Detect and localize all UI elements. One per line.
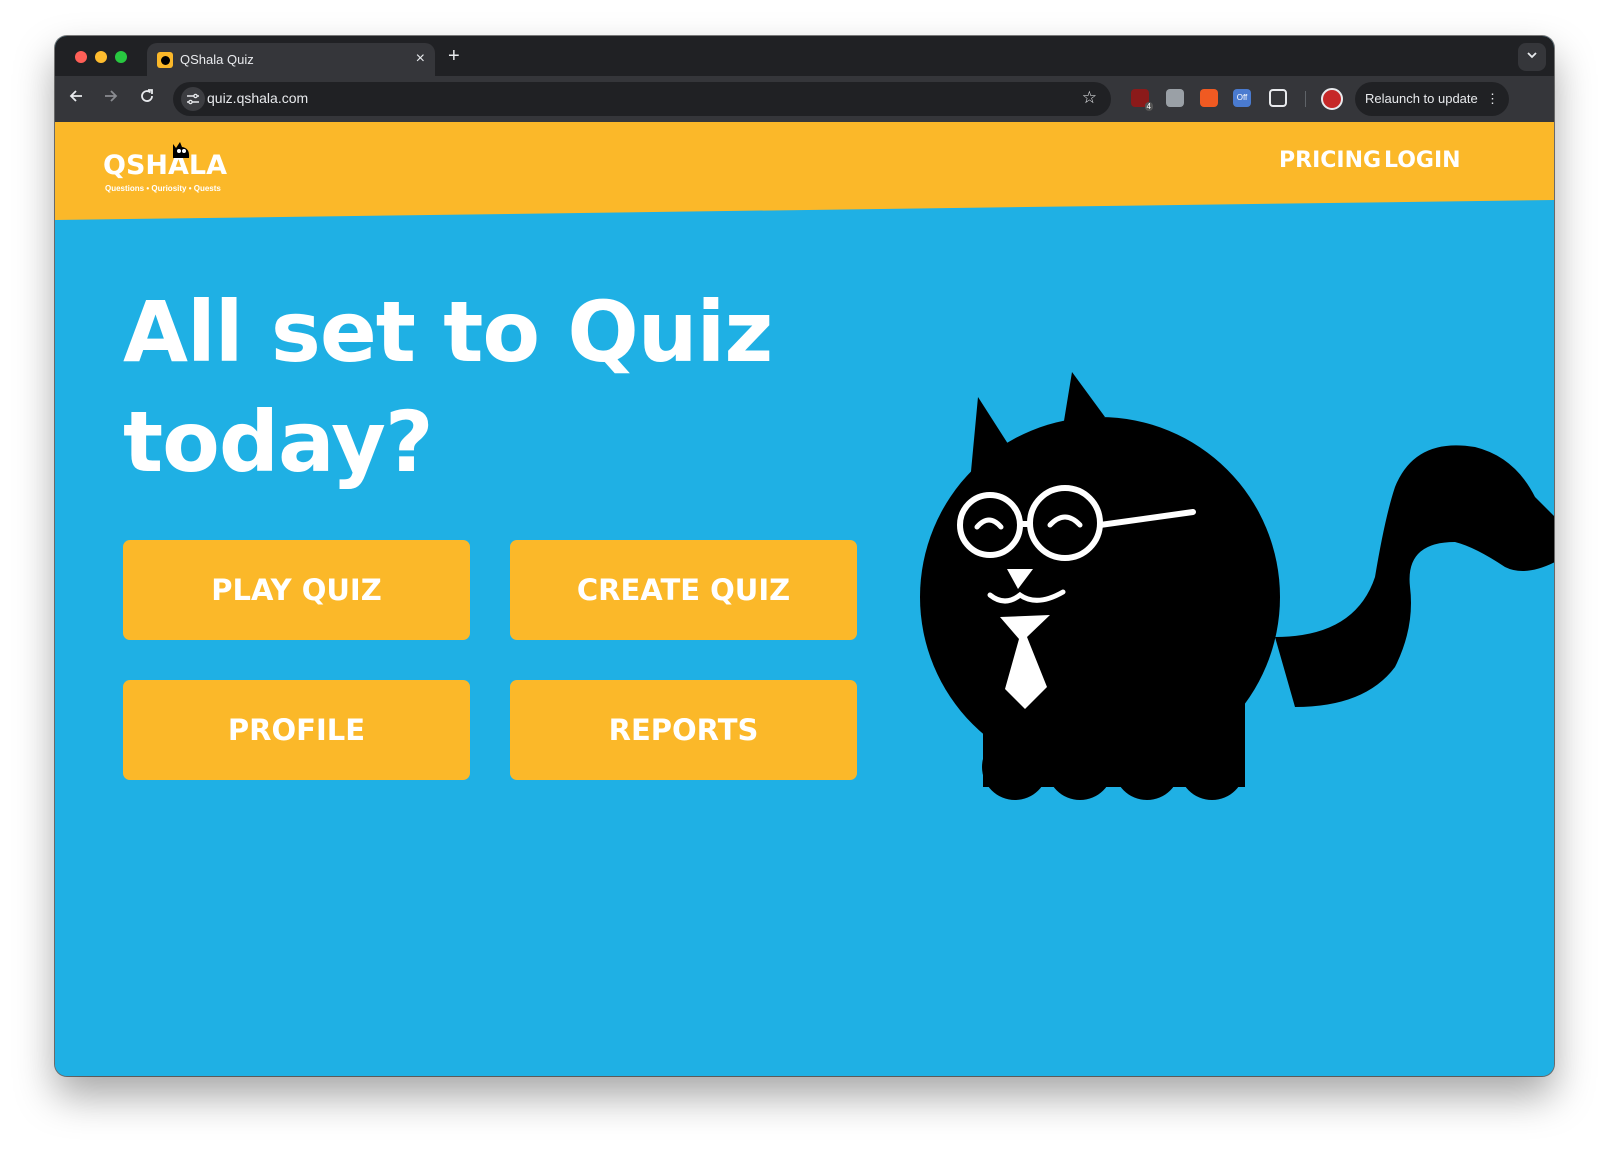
toolbar-divider — [1305, 91, 1306, 107]
close-window-button[interactable] — [75, 51, 87, 63]
hero-title: All set to Quiz today? — [123, 283, 773, 491]
reload-button[interactable] — [139, 88, 155, 109]
extension-notes-icon[interactable] — [1166, 89, 1184, 107]
logo-tagline: Questions • Quriosity • Quests — [105, 184, 221, 193]
tab-title: QShala Quiz — [180, 52, 254, 67]
browser-window: QShala Quiz × + quiz.qshala.com ☆ 4 Off … — [55, 36, 1554, 1076]
profile-avatar[interactable] — [1321, 88, 1343, 110]
page-content: QSHALA Questions • Quriosity • Quests PR… — [55, 122, 1554, 1076]
profile-button[interactable]: PROFILE — [123, 680, 470, 780]
back-button[interactable] — [68, 88, 84, 109]
tune-icon — [187, 93, 199, 105]
extensions-puzzle-icon[interactable] — [1269, 89, 1287, 107]
nav-login-link[interactable]: LOGIN — [1384, 148, 1461, 173]
extension-ublock-icon[interactable]: 4 — [1131, 89, 1153, 111]
url-text: quiz.qshala.com — [207, 90, 309, 106]
favicon-icon — [157, 52, 173, 68]
reload-icon — [141, 89, 153, 102]
chevron-down-icon — [1527, 52, 1537, 59]
extension-toggle-icon[interactable]: Off — [1233, 89, 1251, 107]
arrow-left-icon — [69, 90, 82, 102]
tab-qshala-quiz[interactable]: QShala Quiz × — [147, 43, 435, 76]
relaunch-label: Relaunch to update — [1365, 91, 1478, 106]
create-quiz-button[interactable]: CREATE QUIZ — [510, 540, 857, 640]
extension-badge-count: 4 — [1144, 102, 1153, 111]
address-bar[interactable]: quiz.qshala.com ☆ — [173, 82, 1111, 116]
extension-translate-icon[interactable] — [1200, 89, 1218, 107]
reports-button[interactable]: REPORTS — [510, 680, 857, 780]
forward-button[interactable] — [103, 88, 119, 109]
cat-mascot-illustration — [920, 372, 1554, 800]
arrow-right-icon — [105, 90, 118, 102]
extension-badge-off: Off — [1236, 93, 1248, 102]
tab-search-button[interactable] — [1518, 43, 1546, 71]
bookmark-star-icon[interactable]: ☆ — [1082, 88, 1097, 108]
qshala-logo[interactable]: QSHALA Questions • Quriosity • Quests — [103, 140, 233, 200]
tab-strip: QShala Quiz × + — [55, 36, 1554, 76]
new-tab-button[interactable]: + — [448, 45, 460, 67]
site-info-button[interactable] — [181, 87, 205, 111]
maximize-window-button[interactable] — [115, 51, 127, 63]
minimize-window-button[interactable] — [95, 51, 107, 63]
tab-close-button[interactable]: × — [416, 50, 425, 68]
relaunch-button[interactable]: Relaunch to update ⋮ — [1355, 82, 1509, 116]
browser-toolbar: quiz.qshala.com ☆ 4 Off Relaunch to upda… — [55, 76, 1554, 122]
logo-cat-icon — [173, 142, 190, 158]
nav-pricing-link[interactable]: PRICING — [1279, 148, 1381, 173]
logo-text: QSHALA — [103, 150, 227, 181]
more-vert-icon: ⋮ — [1486, 91, 1499, 106]
play-quiz-button[interactable]: PLAY QUIZ — [123, 540, 470, 640]
